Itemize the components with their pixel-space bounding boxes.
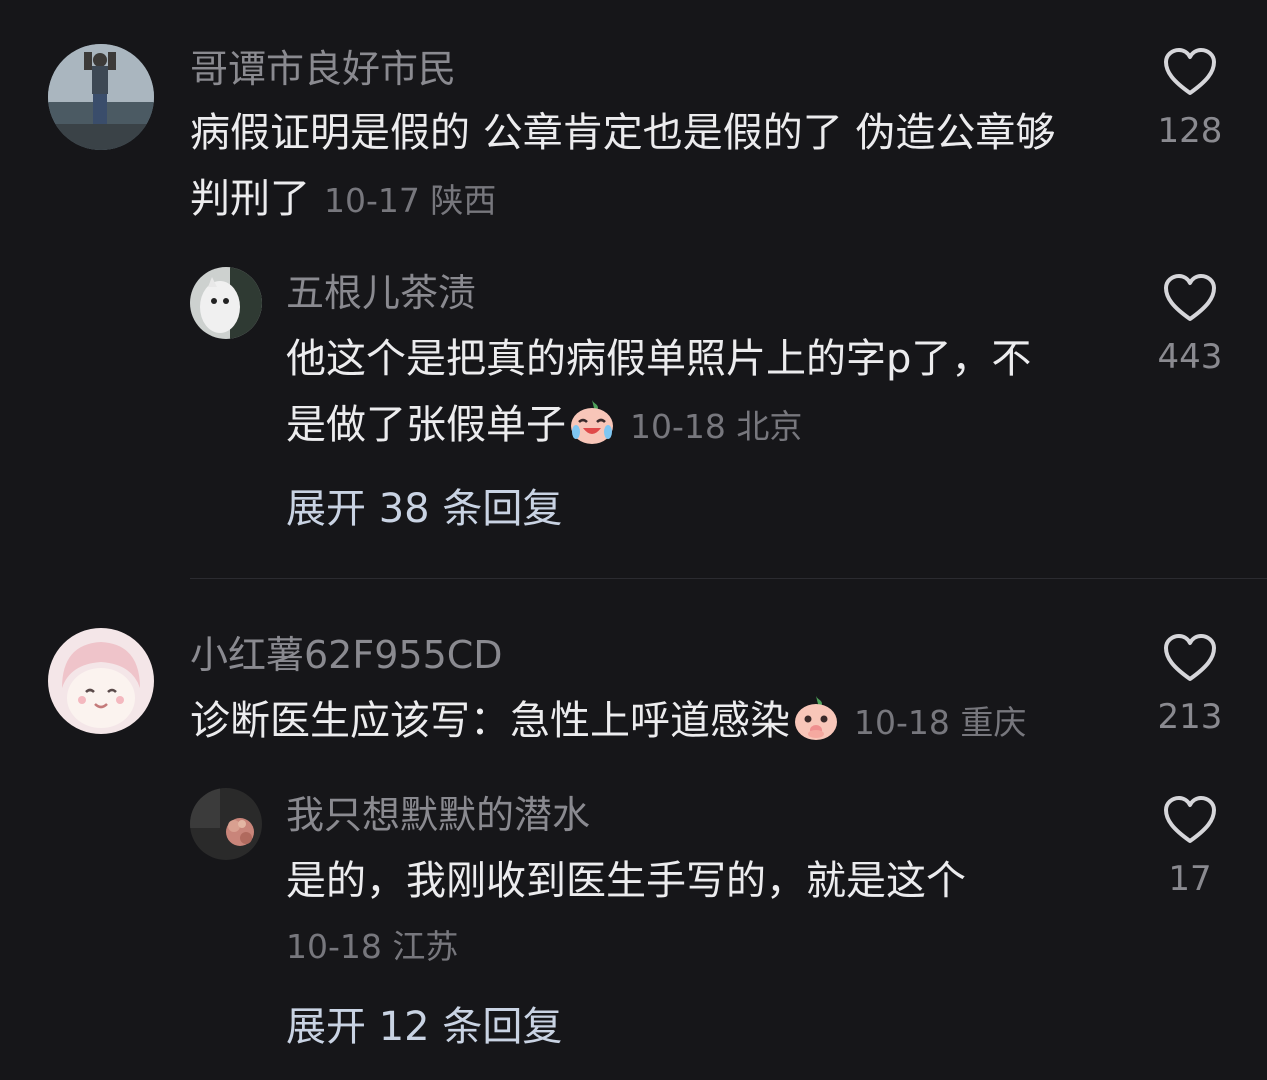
expand-label: 展开 (286, 486, 366, 532)
like-count: 443 (1157, 337, 1223, 377)
comment-location: 陕西 (430, 181, 497, 220)
expand-replies-button[interactable]: 展开 12 条回复 (286, 1002, 562, 1052)
crying-laughing-emoji-icon (568, 398, 616, 446)
comment-location: 重庆 (960, 703, 1027, 742)
like-button[interactable]: 17 (1140, 796, 1240, 900)
comment-username[interactable]: 小红薯62F955CD (190, 632, 503, 678)
like-count: 213 (1157, 697, 1223, 737)
comment-username[interactable]: 哥谭市良好市民 (190, 46, 456, 92)
reply-text-line: 是的，我刚收到医生手写的，就是这个 (286, 858, 966, 904)
reply-location: 江苏 (392, 927, 459, 966)
avatar[interactable] (48, 628, 154, 734)
expand-suffix: 条回复 (442, 486, 563, 532)
shy-emoji-icon (792, 694, 840, 742)
expand-count: 12 (378, 1004, 430, 1050)
comment-meta: 10-17 陕西 (324, 181, 496, 220)
heart-icon (1164, 48, 1216, 95)
reply-username[interactable]: 五根儿茶渍 (286, 270, 476, 316)
avatar[interactable] (48, 44, 154, 150)
comment-date: 10-17 (324, 181, 420, 220)
avatar[interactable] (190, 267, 262, 339)
avatar[interactable] (190, 788, 262, 860)
reply-username[interactable]: 我只想默默的潜水 (286, 792, 590, 838)
comment-text: 病假证明是假的 公章肯定也是假的了 伪造公章够 判刑了 10-17 陕西 (190, 100, 1150, 234)
comment-text-line: 病假证明是假的 公章肯定也是假的了 伪造公章够 (190, 110, 1056, 156)
like-button[interactable]: 213 (1140, 634, 1240, 738)
like-count: 17 (1168, 859, 1212, 899)
comment-date: 10-18 (854, 703, 950, 742)
reply-meta: 10-18 江苏 (286, 914, 1126, 980)
comment-meta: 10-18 重庆 (854, 703, 1026, 742)
expand-suffix: 条回复 (442, 1004, 563, 1050)
comment-text-line: 判刑了 (190, 176, 310, 222)
divider (190, 578, 1267, 579)
like-count: 128 (1157, 111, 1223, 151)
comment-text: 诊断医生应该写：急性上呼道感染 10-18 重庆 (190, 688, 1150, 756)
expand-count: 38 (378, 486, 430, 532)
reply-location: 北京 (736, 407, 803, 446)
like-button[interactable]: 443 (1140, 274, 1240, 378)
reply-date: 10-18 (630, 407, 726, 446)
reply-text-line: 他这个是把真的病假单照片上的字p了，不 (286, 336, 1032, 382)
heart-icon (1164, 274, 1216, 321)
like-button[interactable]: 128 (1140, 48, 1240, 152)
heart-icon (1164, 634, 1216, 681)
reply-text: 他这个是把真的病假单照片上的字p了，不 是做了张假单子 10-18 北京 (286, 326, 1126, 460)
reply-text-line: 是做了张假单子 (286, 402, 566, 448)
reply-meta: 10-18 北京 (630, 407, 802, 446)
expand-replies-button[interactable]: 展开 38 条回复 (286, 484, 562, 534)
reply-date: 10-18 (286, 927, 382, 966)
heart-icon (1164, 796, 1216, 843)
comment-text-line: 诊断医生应该写：急性上呼道感染 (190, 698, 790, 744)
reply-text: 是的，我刚收到医生手写的，就是这个 10-18 江苏 (286, 848, 1126, 980)
expand-label: 展开 (286, 1004, 366, 1050)
